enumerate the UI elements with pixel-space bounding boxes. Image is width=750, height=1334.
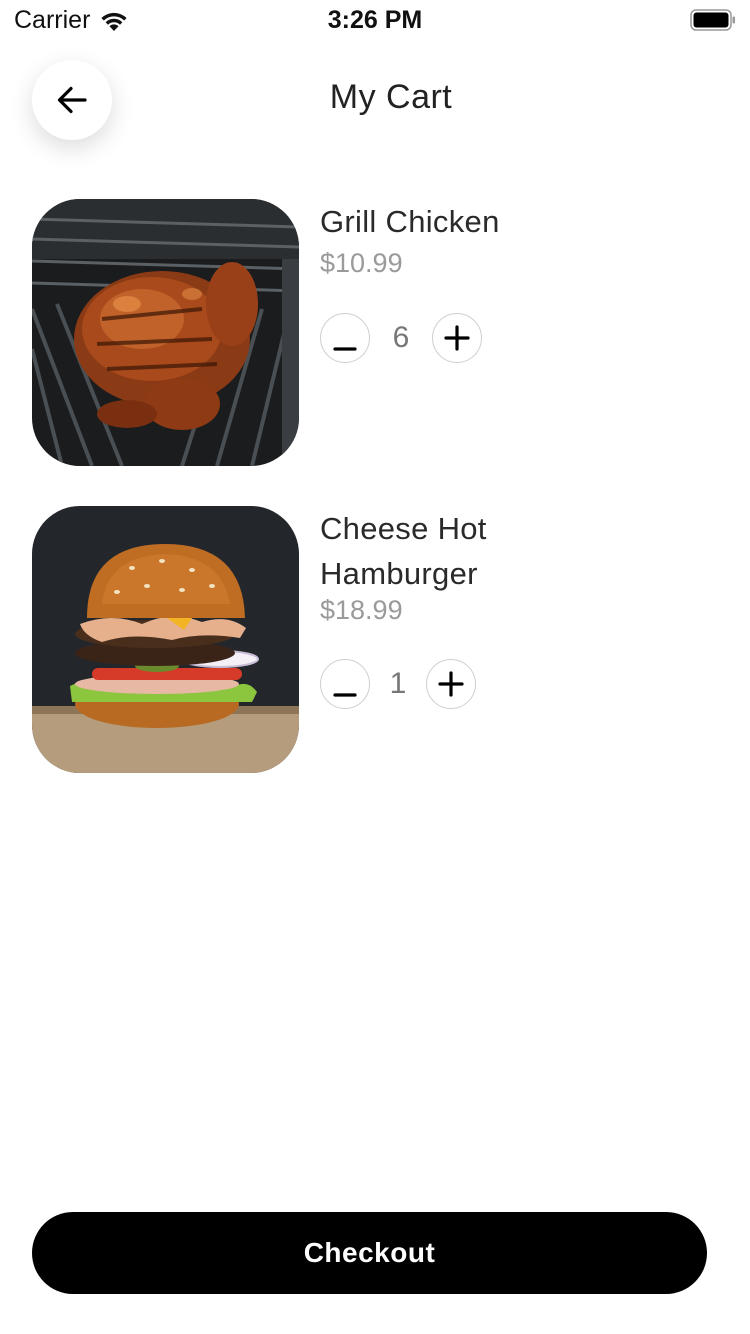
item-name: Grill Chicken — [320, 204, 500, 239]
item-name: Cheese Hot Hamburger — [320, 511, 487, 591]
battery-full-icon — [690, 9, 735, 31]
quantity-stepper: 1 — [320, 658, 476, 710]
increment-button[interactable] — [432, 313, 482, 363]
item-price: $10.99 — [320, 248, 403, 278]
status-time: 3:26 PM — [327, 6, 423, 34]
decrement-button[interactable] — [320, 659, 370, 709]
quantity-value: 6 — [392, 321, 410, 354]
plus-icon — [444, 325, 470, 351]
quantity-stepper: 6 — [320, 312, 482, 364]
cheeseburger-photo — [32, 506, 299, 773]
plus-icon — [438, 671, 464, 697]
grilled-chicken-image — [32, 199, 299, 466]
page-title: My Cart — [329, 78, 453, 116]
minus-icon — [333, 347, 357, 351]
grilled-chicken-photo — [32, 199, 299, 466]
cart-item: Grill Chicken $10.99 6 — [32, 199, 722, 467]
cart-screen: Carrier 3:26 PM My Cart Grill Chicken $1… — [0, 0, 750, 1334]
increment-button[interactable] — [426, 659, 476, 709]
status-bar: Carrier 3:26 PM — [0, 0, 750, 40]
minus-icon — [333, 693, 357, 697]
decrement-button[interactable] — [320, 313, 370, 363]
checkout-button[interactable]: Checkout — [32, 1212, 707, 1294]
cheeseburger-image — [32, 506, 299, 773]
cart-item: Cheese Hot Hamburger $18.99 1 — [32, 506, 722, 774]
quantity-value: 1 — [389, 667, 407, 700]
item-price: $18.99 — [320, 595, 403, 625]
